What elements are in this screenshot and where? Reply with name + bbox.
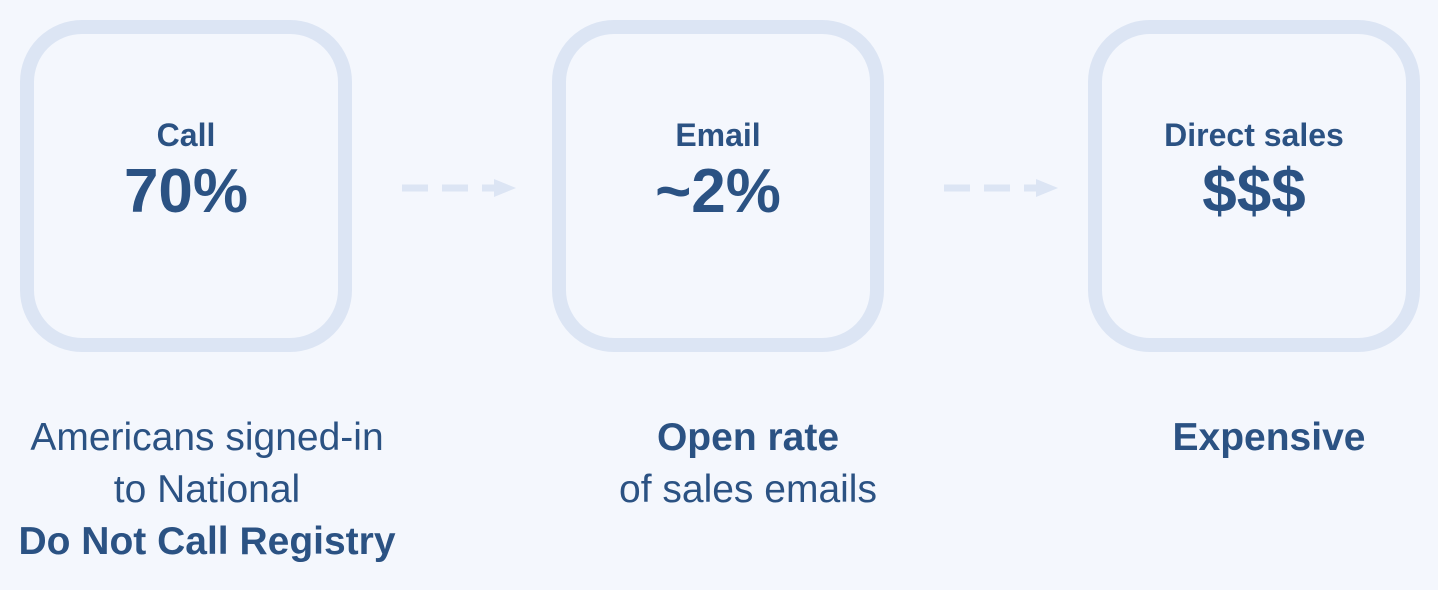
caption-line: to National (113, 467, 301, 511)
caption-direct-sales: Expensive (1039, 412, 1438, 464)
caption-email: Open rate of sales emails (518, 412, 978, 516)
step-card-email: Email ~2% (552, 20, 884, 352)
step-card-direct-sales: Direct sales $$$ (1088, 20, 1420, 352)
dashed-arrow-icon (944, 179, 1058, 197)
step-value: ~2% (655, 157, 781, 227)
step-card-call: Call 70% (20, 20, 352, 352)
caption-emphasis: Open rate (656, 416, 840, 459)
caption-emphasis: Expensive (1172, 416, 1366, 459)
step-label: Call (156, 117, 216, 154)
caption-line: of sales emails (619, 467, 877, 511)
step-label: Direct sales (1164, 117, 1344, 154)
caption-call: Americans signed-in to National Do Not C… (0, 412, 437, 568)
dashed-arrow-icon (402, 179, 516, 197)
step-label: Email (675, 117, 761, 154)
caption-line: Americans signed-in (30, 416, 384, 459)
caption-emphasis: Do Not Call Registry (18, 519, 396, 563)
step-value: $$$ (1202, 157, 1306, 227)
step-value: 70% (123, 157, 249, 227)
